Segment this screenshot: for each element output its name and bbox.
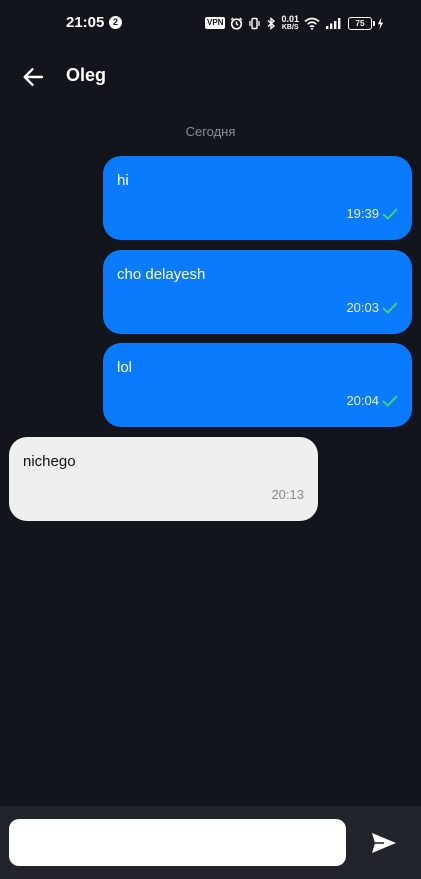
- message-bubble-outgoing[interactable]: lol 20:04: [103, 343, 412, 427]
- message-meta: 20:03: [346, 300, 398, 315]
- message-composer: [0, 806, 421, 879]
- vpn-badge: VPN: [205, 17, 226, 29]
- message-input[interactable]: [9, 819, 346, 866]
- message-bubble-outgoing[interactable]: cho delayesh 20:03: [103, 250, 412, 334]
- send-button[interactable]: [364, 826, 404, 860]
- battery-tip: [372, 20, 375, 26]
- chat-title: Oleg: [66, 65, 107, 85]
- message-text: nichego: [23, 453, 76, 470]
- network-speed-unit: KB/S: [281, 24, 299, 31]
- charging-icon: [377, 17, 384, 30]
- message-bubble-outgoing[interactable]: hi 19:39: [103, 156, 412, 240]
- message-meta: 20:13: [271, 487, 304, 502]
- signal-icon: [325, 17, 341, 30]
- notification-count-badge: 2: [109, 16, 122, 29]
- status-time: 21:05: [66, 14, 105, 31]
- back-button[interactable]: [18, 62, 48, 92]
- date-divider: Сегодня: [185, 124, 236, 139]
- network-speed: 0.01 KB/S: [281, 14, 299, 32]
- wifi-icon: [304, 17, 320, 30]
- message-time: 20:13: [271, 487, 304, 502]
- bluetooth-icon: [266, 16, 276, 30]
- status-icons: VPN 0.01 KB/S 75: [205, 15, 384, 31]
- send-icon: [370, 831, 398, 855]
- chat-header: Oleg: [0, 46, 421, 106]
- vibrate-icon: [248, 17, 261, 30]
- message-time: 19:39: [346, 206, 379, 221]
- message-text: lol: [117, 359, 133, 376]
- read-check-icon: [382, 302, 398, 314]
- message-text: hi: [117, 172, 129, 189]
- message-meta: 19:39: [346, 206, 398, 221]
- network-speed-value: 0.01: [281, 14, 299, 24]
- chat-screen: 21:05 2 VPN 0.01 KB/S 75 Oleg Сегодня hi…: [0, 0, 421, 879]
- message-meta: 20:04: [346, 393, 398, 408]
- message-time: 20:03: [346, 300, 379, 315]
- read-check-icon: [382, 395, 398, 407]
- battery-level: 75: [347, 16, 372, 30]
- message-text: cho delayesh: [117, 266, 206, 283]
- read-check-icon: [382, 208, 398, 220]
- message-time: 20:04: [346, 393, 379, 408]
- arrow-left-icon: [22, 67, 44, 87]
- message-bubble-incoming[interactable]: nichego 20:13: [9, 437, 318, 521]
- status-bar: 21:05 2 VPN 0.01 KB/S 75: [0, 0, 421, 46]
- battery-indicator: 75: [347, 16, 384, 30]
- alarm-icon: [230, 16, 243, 30]
